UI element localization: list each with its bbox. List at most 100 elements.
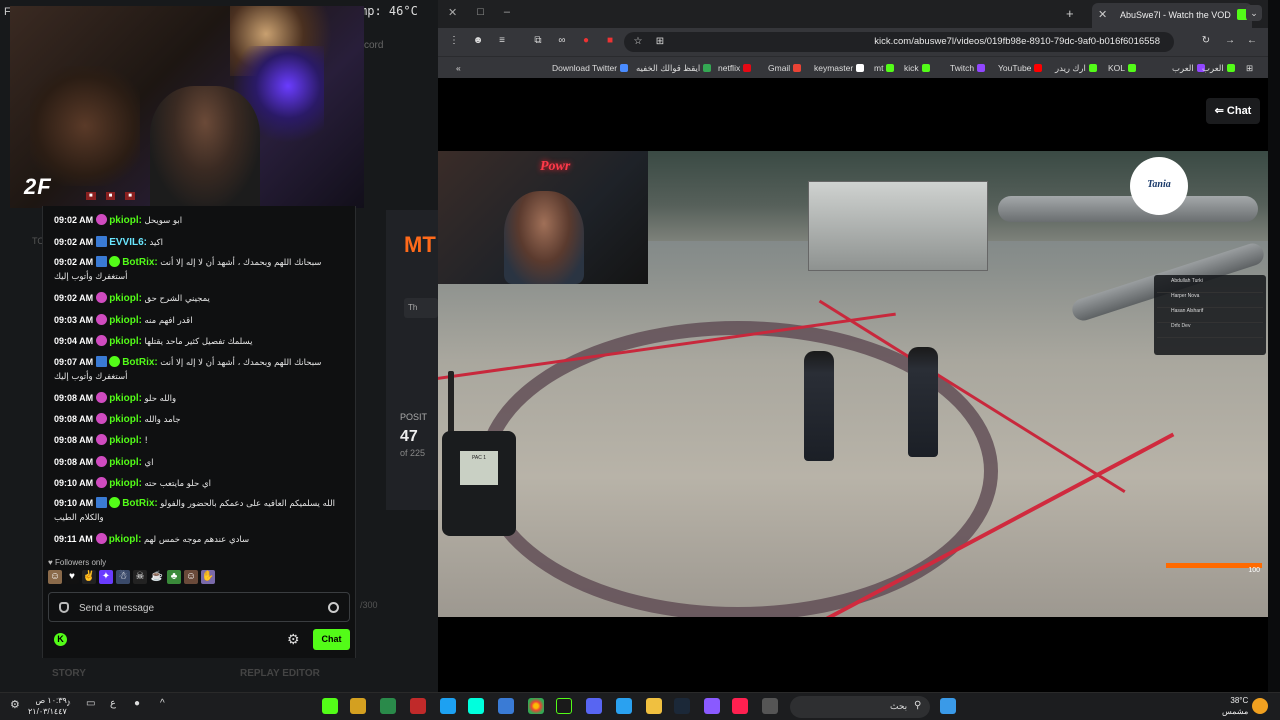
- message-username[interactable]: pkiopl:: [109, 215, 142, 226]
- emote[interactable]: ☺: [184, 570, 198, 584]
- store-icon[interactable]: [616, 698, 632, 714]
- reload-icon[interactable]: ↻: [1200, 35, 1212, 47]
- emote[interactable]: ☺: [48, 570, 62, 584]
- send-message-box[interactable]: [48, 592, 350, 622]
- message-username[interactable]: pkiopl:: [109, 393, 142, 404]
- gear-icon[interactable]: ⚙: [287, 631, 300, 648]
- microphone-icon[interactable]: ●: [134, 698, 150, 714]
- bookmark-item[interactable]: netflix: [718, 63, 752, 73]
- taskbar-search[interactable]: بحث ⚲: [790, 696, 930, 718]
- message-username[interactable]: pkiopl:: [109, 414, 142, 425]
- app-icon[interactable]: [468, 698, 484, 714]
- minimize-icon[interactable]: –: [504, 6, 510, 19]
- message-username[interactable]: BotRix:: [122, 498, 158, 509]
- app-icon[interactable]: [704, 698, 720, 714]
- tp-icon[interactable]: ■: [604, 35, 616, 47]
- site-info-icon[interactable]: ⊞: [654, 36, 666, 48]
- emoji-icon[interactable]: [328, 602, 339, 613]
- system-clock[interactable]: ١٠:٣٩ ص ٢١/٠٣/١٤٤٧: [28, 695, 67, 717]
- message-username[interactable]: pkiopl:: [109, 336, 142, 347]
- player-list-hud: Abdullah Turki Harper Nova Hasan Alshari…: [1154, 275, 1266, 355]
- terminal-icon[interactable]: [556, 698, 572, 714]
- bookmark-item[interactable]: العرب: [1202, 63, 1235, 74]
- bookmark-item[interactable]: Gmail: [768, 63, 802, 73]
- info-chip[interactable]: Th: [404, 298, 438, 318]
- new-tab-button[interactable]: +: [1066, 6, 1074, 21]
- message-username[interactable]: pkiopl:: [109, 315, 142, 326]
- bookmark-item[interactable]: mt: [874, 63, 895, 73]
- back-icon[interactable]: ←: [1246, 35, 1258, 47]
- windows-start-icon[interactable]: [940, 698, 956, 714]
- kick-app-icon[interactable]: [322, 698, 338, 714]
- bookmark-item[interactable]: Twitch: [950, 63, 986, 73]
- playlist-icon[interactable]: ≡: [496, 35, 508, 47]
- discord-icon[interactable]: [586, 698, 602, 714]
- weather-widget[interactable]: 38°C مشمس: [1222, 695, 1248, 717]
- photos-icon[interactable]: [498, 698, 514, 714]
- emote[interactable]: ✋: [201, 570, 215, 584]
- message-username[interactable]: pkiopl:: [109, 534, 142, 545]
- menu-icon[interactable]: ⋮: [448, 35, 460, 47]
- emote[interactable]: ☕: [150, 570, 164, 584]
- profile-icon[interactable]: ☻: [472, 35, 484, 47]
- glasses-icon[interactable]: ∞: [556, 35, 568, 47]
- bookmark-item[interactable]: kick: [904, 63, 930, 73]
- bookmark-item[interactable]: keymaster: [814, 63, 865, 73]
- message-username[interactable]: BotRix:: [122, 357, 158, 368]
- extension-icon[interactable]: ⧉: [532, 35, 544, 47]
- emote[interactable]: ✦: [99, 570, 113, 584]
- apps-icon[interactable]: ⊞: [1246, 63, 1253, 74]
- chrome-icon[interactable]: [528, 698, 544, 714]
- maximize-icon[interactable]: □: [477, 6, 484, 19]
- record-icon[interactable]: ●: [580, 35, 592, 47]
- excel-icon[interactable]: [380, 698, 396, 714]
- emote[interactable]: ♣: [167, 570, 181, 584]
- message-username[interactable]: pkiopl:: [109, 435, 142, 446]
- forward-icon[interactable]: →: [1224, 35, 1236, 47]
- chat-send-button[interactable]: Chat: [313, 629, 350, 650]
- video-player[interactable]: ⇐ Chat Powr Tania Abdullah Turki Harper …: [438, 78, 1268, 692]
- app-icon[interactable]: [350, 698, 366, 714]
- user-badge-icon: [96, 477, 108, 488]
- tab-search-button[interactable]: ⌄: [1246, 5, 1262, 21]
- task-view-icon[interactable]: [762, 698, 778, 714]
- shield-icon: [59, 602, 69, 613]
- steam-icon[interactable]: [674, 698, 690, 714]
- bookmark-item[interactable]: Download Twitter: [552, 63, 629, 73]
- kick-logo-icon[interactable]: K: [54, 633, 67, 646]
- bookmarks-collapse-icon[interactable]: «: [456, 63, 461, 73]
- chevron-up-icon[interactable]: ^: [160, 698, 176, 714]
- address-bar[interactable]: ☆ ⊞ kick.com/abuswe7l/videos/019fb98e-89…: [624, 32, 1174, 52]
- replay-editor-tab[interactable]: REPLAY EDITOR: [240, 668, 320, 679]
- bookmark-item[interactable]: العرب: [1172, 63, 1205, 74]
- message-username[interactable]: pkiopl:: [109, 478, 142, 489]
- message-username[interactable]: BotRix:: [122, 257, 158, 268]
- send-message-input[interactable]: [79, 599, 319, 617]
- close-tab-icon[interactable]: ✕: [1098, 8, 1107, 21]
- chat-toggle-button[interactable]: ⇐ Chat: [1206, 98, 1260, 124]
- close-window-icon[interactable]: ✕: [448, 6, 457, 19]
- star-icon[interactable]: ☆: [632, 36, 644, 48]
- volume-icon[interactable]: ♪: [66, 698, 82, 714]
- emote[interactable]: ☃: [116, 570, 130, 584]
- twitter-icon[interactable]: [440, 698, 456, 714]
- emote[interactable]: ✌: [82, 570, 96, 584]
- bookmark-item[interactable]: YouTube: [998, 63, 1043, 73]
- app-icon[interactable]: [410, 698, 426, 714]
- message-username[interactable]: pkiopl:: [109, 457, 142, 468]
- network-icon[interactable]: ▭: [86, 698, 102, 714]
- tab-active[interactable]: ✕ AbuSwe7l - Watch the VOD: [1092, 3, 1252, 28]
- message-username[interactable]: pkiopl:: [109, 293, 142, 304]
- emote[interactable]: ☠: [133, 570, 147, 584]
- emote[interactable]: ♥: [65, 570, 79, 584]
- bookmark-item[interactable]: ايقظ قوالك الخفيه: [636, 63, 712, 74]
- tiktok-icon[interactable]: [732, 698, 748, 714]
- bookmark-item[interactable]: KOL: [1108, 63, 1137, 73]
- settings-icon[interactable]: ⚙: [10, 698, 26, 714]
- story-tab[interactable]: STORY: [52, 668, 86, 679]
- message-time: 09:10 AM: [54, 478, 94, 488]
- bookmark-item[interactable]: ارك ريدر: [1055, 63, 1097, 74]
- language-indicator[interactable]: ع: [110, 698, 126, 714]
- message-username[interactable]: EVVIL6:: [109, 237, 147, 248]
- folder-icon[interactable]: [646, 698, 662, 714]
